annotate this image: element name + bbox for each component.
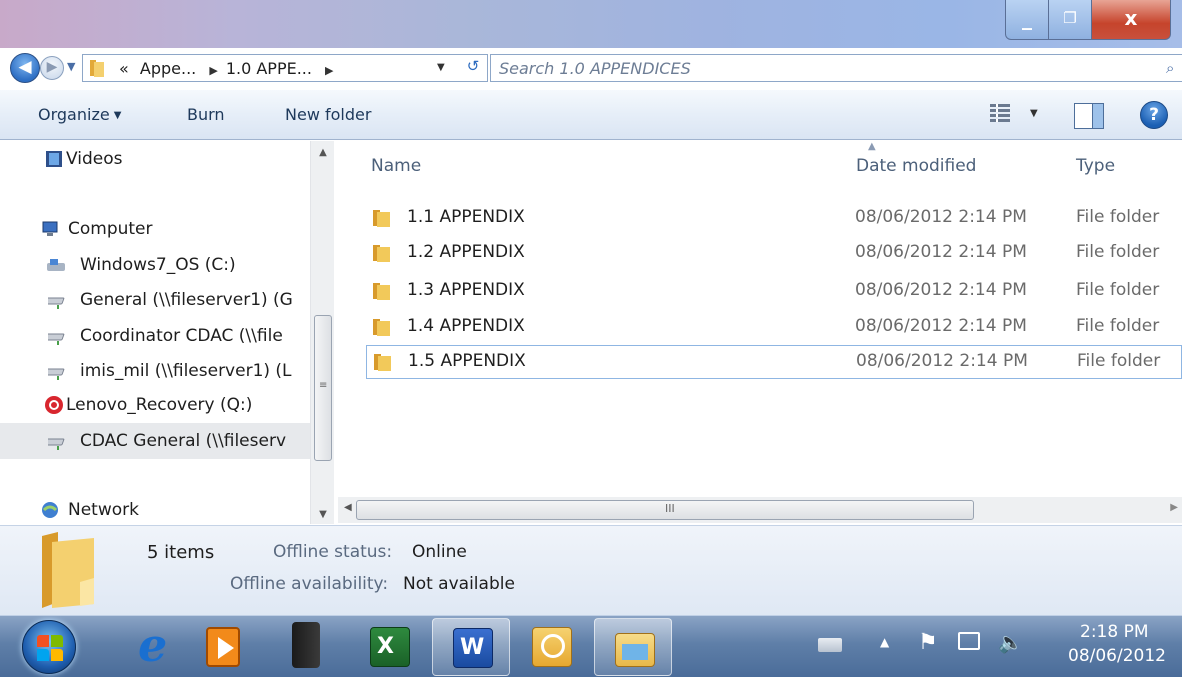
nav-item-cdac-general-drive[interactable]: CDAC General (\\fileserv: [0, 423, 310, 459]
file-list: ▲ Name Date modified Type 1.1 APPENDIX 0…: [338, 141, 1182, 495]
chevron-right-icon[interactable]: ▶: [325, 64, 333, 77]
explorer-icon[interactable]: [594, 618, 672, 676]
internet-explorer-icon[interactable]: e: [118, 618, 196, 676]
videos-icon: [46, 151, 62, 167]
nav-scrollbar[interactable]: ▲ ≡ ▼: [310, 141, 334, 524]
computer-icon: [42, 221, 58, 236]
grip-icon: ≡: [319, 380, 328, 391]
network-drive-icon: [48, 438, 65, 450]
item-count: 5 items: [147, 542, 215, 563]
address-bar[interactable]: « Appe... ▶ 1.0 APPE... ▶ ▼ ↺: [82, 54, 488, 82]
taskbar: e X W ▲ ⚑ 🔈 2:18 PM 08/06/2012: [0, 615, 1182, 677]
recent-pages-dropdown-icon[interactable]: ▼: [67, 60, 75, 73]
breadcrumb: « Appe... ▶ 1.0 APPE... ▶: [119, 59, 342, 78]
network-drive-icon: [48, 297, 65, 309]
column-header-date[interactable]: Date modified: [856, 156, 976, 176]
show-hidden-icons-icon[interactable]: ▲: [880, 635, 889, 649]
view-dropdown-icon[interactable]: ▼: [1030, 108, 1038, 119]
excel-icon[interactable]: X: [350, 618, 428, 676]
grip-icon: III: [665, 502, 675, 515]
file-row[interactable]: 1.4 APPENDIX 08/06/2012 2:14 PM File fol…: [366, 311, 1182, 343]
breadcrumb-overflow[interactable]: «: [119, 59, 129, 78]
server-icon[interactable]: [270, 618, 348, 676]
refresh-icon[interactable]: ↺: [460, 57, 486, 79]
navigation-pane: Videos Computer Windows7_OS (C:) General…: [0, 141, 336, 526]
file-row[interactable]: 1.3 APPENDIX 08/06/2012 2:14 PM File fol…: [366, 275, 1182, 307]
file-row[interactable]: 1.1 APPENDIX 08/06/2012 2:14 PM File fol…: [366, 202, 1182, 234]
nav-item-videos[interactable]: Videos: [0, 145, 310, 175]
network-drive-icon: [48, 368, 65, 380]
offline-status-value: Online: [412, 542, 467, 562]
nav-item-network[interactable]: Network: [0, 496, 310, 526]
organize-button[interactable]: Organize ▼: [38, 105, 121, 124]
minimize-button[interactable]: _: [1005, 0, 1049, 40]
offline-availability-value: Not available: [403, 574, 515, 594]
folder-icon: [90, 60, 104, 77]
media-player-icon[interactable]: [192, 618, 270, 676]
folder-icon: [374, 354, 391, 371]
file-list-scrollbar[interactable]: ◀ III ▶: [338, 497, 1182, 523]
address-dropdown-icon[interactable]: ▼: [437, 62, 445, 73]
scroll-down-icon[interactable]: ▼: [311, 509, 335, 520]
folder-icon: [42, 532, 94, 608]
maximize-button[interactable]: ❐: [1048, 0, 1092, 40]
file-row[interactable]: 1.2 APPENDIX 08/06/2012 2:14 PM File fol…: [366, 237, 1182, 269]
command-bar: Organize ▼ Burn New folder ▼ ?: [0, 90, 1182, 140]
chevron-right-icon[interactable]: ▶: [209, 64, 217, 77]
breadcrumb-item[interactable]: Appe...: [140, 59, 196, 78]
search-placeholder: Search 1.0 APPENDICES: [499, 59, 691, 78]
column-header-type[interactable]: Type: [1076, 156, 1115, 176]
network-status-icon[interactable]: [958, 632, 980, 650]
column-header-name[interactable]: Name: [371, 156, 421, 176]
nav-item-coordinator-drive[interactable]: Coordinator CDAC (\\file: [0, 322, 310, 352]
back-button[interactable]: ◀: [10, 53, 40, 83]
keyboard-icon[interactable]: [818, 638, 842, 652]
folder-icon: [373, 210, 390, 227]
details-pane: 5 items Offline status: Online Offline a…: [0, 525, 1182, 615]
scroll-right-icon[interactable]: ▶: [1170, 502, 1178, 513]
change-view-icon[interactable]: [990, 104, 1010, 124]
preview-pane-icon[interactable]: [1074, 103, 1104, 129]
forward-button[interactable]: ▶: [40, 56, 64, 80]
new-folder-button[interactable]: New folder: [285, 105, 371, 124]
nav-item-recovery-drive[interactable]: Lenovo_Recovery (Q:): [0, 391, 310, 421]
nav-item-general-drive[interactable]: General (\\fileserver1) (G: [0, 286, 310, 316]
folder-icon: [373, 319, 390, 336]
folder-icon: [373, 245, 390, 262]
sort-ascending-icon: ▲: [868, 141, 876, 152]
recovery-drive-icon: [45, 396, 63, 414]
nav-item-imis-drive[interactable]: imis_mil (\\fileserver1) (L: [0, 357, 310, 387]
folder-icon: [373, 283, 390, 300]
scroll-up-icon[interactable]: ▲: [311, 147, 335, 158]
file-row[interactable]: 1.5 APPENDIX 08/06/2012 2:14 PM File fol…: [366, 345, 1182, 379]
word-icon[interactable]: W: [432, 618, 510, 676]
search-input[interactable]: Search 1.0 APPENDICES ⌕: [490, 54, 1182, 82]
search-icon[interactable]: ⌕: [1166, 59, 1174, 77]
start-button[interactable]: [22, 620, 76, 674]
help-icon[interactable]: ?: [1140, 101, 1168, 129]
clock-date[interactable]: 08/06/2012: [1068, 646, 1166, 666]
offline-availability-label: Offline availability:: [230, 574, 389, 594]
drive-icon: [47, 259, 65, 271]
network-icon: [42, 502, 58, 518]
network-drive-icon: [48, 333, 65, 345]
scroll-left-icon[interactable]: ◀: [344, 502, 352, 513]
address-row: ◀ ▶ ▼ « Appe... ▶ 1.0 APPE... ▶ ▼ ↺ Searc…: [0, 50, 1182, 86]
volume-icon[interactable]: 🔈: [998, 630, 1023, 654]
clock-time[interactable]: 2:18 PM: [1080, 622, 1149, 642]
nav-item-c-drive[interactable]: Windows7_OS (C:): [0, 251, 310, 281]
close-button[interactable]: x: [1091, 0, 1171, 40]
title-bar: _ ❐ x: [0, 0, 1182, 48]
offline-status-label: Offline status:: [273, 542, 393, 562]
action-center-flag-icon[interactable]: ⚑: [918, 630, 938, 655]
nav-item-computer[interactable]: Computer: [0, 215, 310, 245]
burn-button[interactable]: Burn: [187, 105, 225, 124]
breadcrumb-item[interactable]: 1.0 APPE...: [226, 59, 312, 78]
outlook-icon[interactable]: [512, 618, 590, 676]
